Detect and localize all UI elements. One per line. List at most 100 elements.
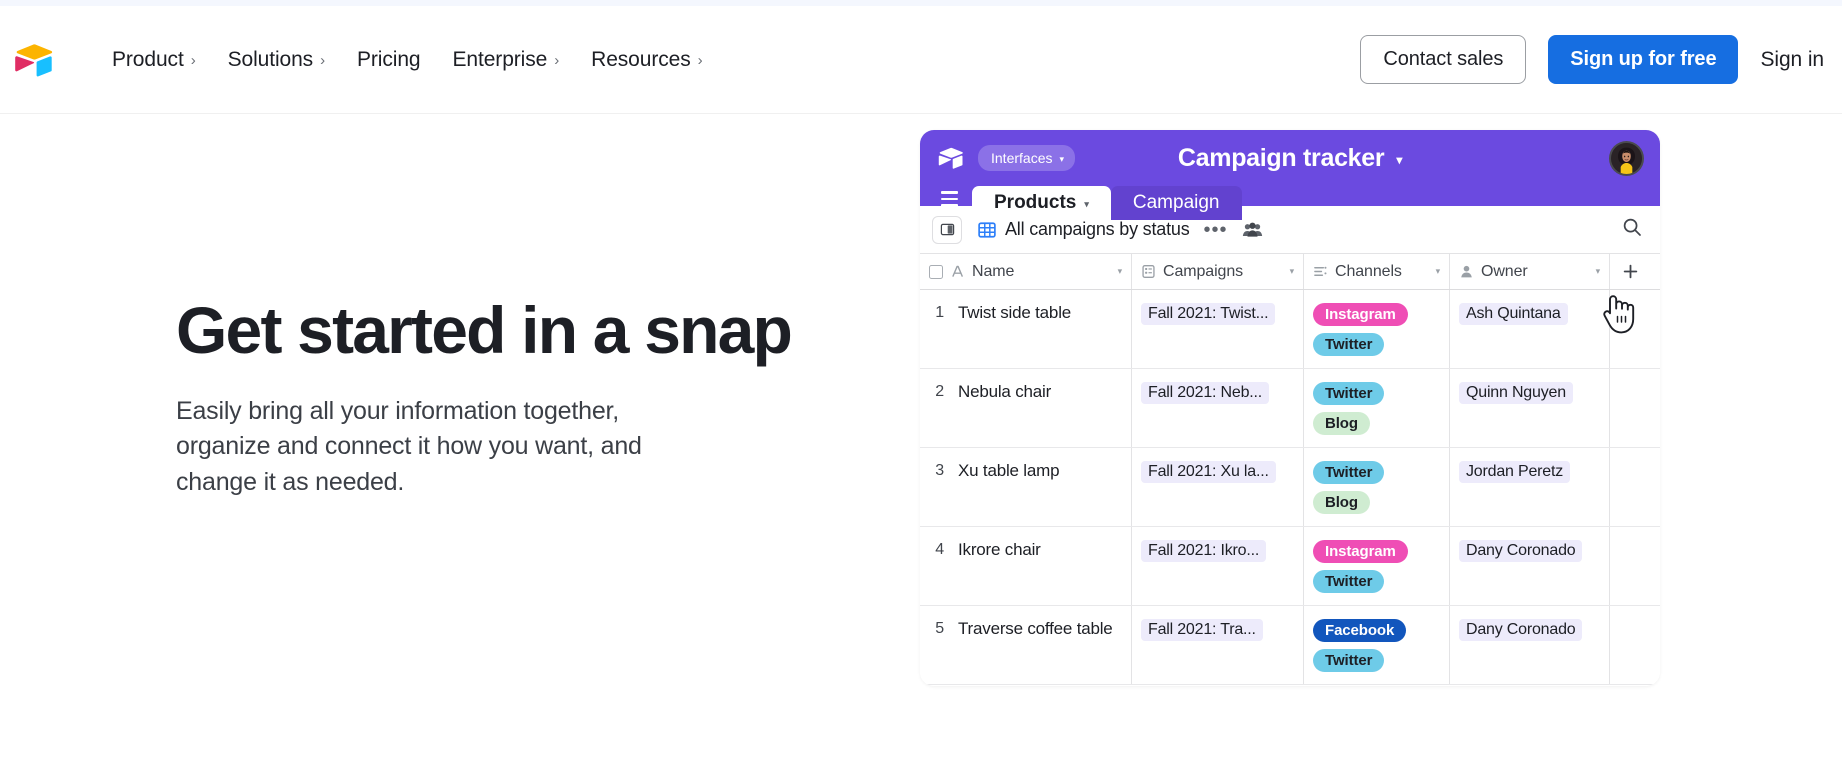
linked-record-chip[interactable]: Fall 2021: Twist... (1141, 303, 1276, 325)
channel-chip[interactable]: Twitter (1313, 649, 1385, 672)
channel-chip[interactable]: Twitter (1313, 570, 1385, 593)
column-header-label: Channels (1335, 262, 1402, 280)
cell-owner[interactable]: Ash Quintana (1450, 290, 1610, 368)
view-more-options-icon[interactable]: ••• (1200, 220, 1232, 240)
cell-name[interactable]: 5 Traverse coffee table (920, 606, 1132, 684)
cell-channels[interactable]: Instagram Twitter (1304, 290, 1450, 368)
row-number: 4 (935, 541, 944, 558)
channel-chip[interactable]: Blog (1313, 491, 1370, 514)
nav-item-label: Solutions (227, 47, 314, 71)
linked-record-chip[interactable]: Fall 2021: Ikro... (1141, 540, 1267, 562)
linked-record-chip[interactable]: Fall 2021: Xu la... (1141, 461, 1276, 483)
chevron-right-icon: › (554, 51, 560, 69)
chevron-right-icon: › (697, 51, 703, 69)
table-header-row: Name ▾ Campaigns ▾ Channels ▾ Owner ▾ (920, 254, 1660, 290)
cell-name[interactable]: 2 Nebula chair (920, 369, 1132, 447)
channel-chip-stack: Instagram Twitter (1313, 540, 1440, 593)
sign-in-link[interactable]: Sign in (1760, 48, 1824, 72)
cell-owner[interactable]: Jordan Peretz (1450, 448, 1610, 526)
interfaces-pill[interactable]: Interfaces ▾ (978, 145, 1076, 171)
cell-name[interactable]: 1 Twist side table (920, 290, 1132, 368)
chevron-down-icon[interactable]: ▾ (1118, 266, 1123, 277)
row-number: 3 (935, 462, 944, 479)
cell-owner[interactable]: Dany Coronado (1450, 606, 1610, 684)
cell-name[interactable]: 4 Ikrore chair (920, 527, 1132, 605)
row-name-text: Xu table lamp (958, 461, 1060, 480)
channel-chip-stack: Twitter Blog (1313, 461, 1440, 514)
chevron-down-icon[interactable]: ▾ (1290, 266, 1295, 277)
column-header-channels[interactable]: Channels ▾ (1304, 254, 1450, 289)
table-row[interactable]: 1 Twist side table Fall 2021: Twist... Inst… (920, 290, 1660, 369)
nav-item-product[interactable]: Product › (102, 40, 212, 80)
cell-name[interactable]: 3 Xu table lamp (920, 448, 1132, 526)
cell-campaigns[interactable]: Fall 2021: Ikro... (1132, 527, 1304, 605)
channel-chip-stack: Instagram Twitter (1313, 303, 1440, 356)
chevron-down-icon[interactable]: ▾ (1436, 266, 1441, 277)
cell-owner[interactable]: Dany Coronado (1450, 527, 1610, 605)
contact-sales-button[interactable]: Contact sales (1360, 35, 1527, 84)
chevron-down-icon: ▾ (1059, 153, 1065, 164)
row-name-text: Traverse coffee table (958, 619, 1113, 638)
column-header-campaigns[interactable]: Campaigns ▾ (1132, 254, 1304, 289)
nav-item-solutions[interactable]: Solutions › (212, 40, 341, 80)
owner-chip[interactable]: Quinn Nguyen (1459, 382, 1573, 404)
cell-channels[interactable]: Twitter Blog (1304, 369, 1450, 447)
tab-campaign[interactable]: Campaign (1110, 186, 1242, 220)
nav-item-pricing[interactable]: Pricing (341, 40, 437, 80)
collaborators-icon[interactable] (1242, 221, 1263, 238)
cell-campaigns[interactable]: Fall 2021: Twist... (1132, 290, 1304, 368)
chevron-down-icon[interactable]: ▾ (1396, 154, 1402, 166)
row-name-text: Twist side table (958, 303, 1072, 322)
owner-chip[interactable]: Dany Coronado (1459, 619, 1583, 641)
interfaces-pill-label: Interfaces (991, 150, 1053, 166)
linked-record-chip[interactable]: Fall 2021: Tra... (1141, 619, 1263, 641)
cell-owner[interactable]: Quinn Nguyen (1450, 369, 1610, 447)
chevron-down-icon[interactable]: ▾ (1596, 266, 1601, 277)
table-row[interactable]: 3 Xu table lamp Fall 2021: Xu la... Twitter… (920, 448, 1660, 527)
avatar[interactable] (1609, 141, 1644, 176)
channel-chip[interactable]: Twitter (1313, 461, 1385, 484)
table-row[interactable]: 2 Nebula chair Fall 2021: Neb... Twitter Blo… (920, 369, 1660, 448)
cell-channels[interactable]: Facebook Twitter (1304, 606, 1450, 684)
channel-chip[interactable]: Facebook (1313, 619, 1407, 642)
owner-chip[interactable]: Jordan Peretz (1459, 461, 1571, 483)
multi-select-icon (1313, 264, 1328, 279)
cell-campaigns[interactable]: Fall 2021: Neb... (1132, 369, 1304, 447)
tab-label: Products (994, 192, 1077, 213)
select-all-checkbox[interactable] (929, 264, 943, 279)
linked-record-chip[interactable]: Fall 2021: Neb... (1141, 382, 1269, 404)
tab-products[interactable]: Products ▾ (972, 186, 1111, 220)
nav-links: Product › Solutions › Pricing Enterprise… (102, 40, 719, 80)
nav-item-resources[interactable]: Resources › (575, 40, 718, 80)
current-view-selector[interactable]: All campaigns by status (978, 219, 1190, 240)
column-header-name[interactable]: Name ▾ (920, 254, 1132, 289)
channel-chip[interactable]: Blog (1313, 412, 1370, 435)
app-header-top-row: Interfaces ▾ Campaign tracker ▾ (920, 130, 1660, 186)
channel-chip[interactable]: Instagram (1313, 540, 1408, 563)
add-column-button[interactable] (1610, 254, 1660, 289)
data-grid-columns: Name ▾ Campaigns ▾ Channels ▾ Owner ▾ 1 … (920, 254, 1660, 686)
row-number: 5 (935, 620, 944, 637)
cell-campaigns[interactable]: Fall 2021: Tra... (1132, 606, 1304, 684)
app-tabs: Products ▾ Campaign (920, 186, 1660, 220)
table-body: 1 Twist side table Fall 2021: Twist... Inst… (920, 290, 1660, 685)
owner-chip[interactable]: Ash Quintana (1459, 303, 1568, 325)
table-row[interactable]: 4 Ikrore chair Fall 2021: Ikro... Instagram… (920, 527, 1660, 606)
grid-view-icon (978, 221, 996, 239)
sign-up-button[interactable]: Sign up for free (1548, 35, 1739, 84)
airtable-logo-icon[interactable] (14, 40, 54, 80)
channel-chip[interactable]: Twitter (1313, 333, 1385, 356)
hamburger-menu-icon[interactable] (932, 186, 966, 220)
search-icon[interactable] (1622, 217, 1646, 242)
cell-campaigns[interactable]: Fall 2021: Xu la... (1132, 448, 1304, 526)
owner-chip[interactable]: Dany Coronado (1459, 540, 1583, 562)
cell-channels[interactable]: Twitter Blog (1304, 448, 1450, 526)
chevron-right-icon: › (190, 51, 196, 69)
table-row[interactable]: 5 Traverse coffee table Fall 2021: Tra... F… (920, 606, 1660, 685)
channel-chip[interactable]: Twitter (1313, 382, 1385, 405)
nav-item-enterprise[interactable]: Enterprise › (437, 40, 576, 80)
cell-channels[interactable]: Instagram Twitter (1304, 527, 1450, 605)
channel-chip[interactable]: Instagram (1313, 303, 1408, 326)
column-header-owner[interactable]: Owner ▾ (1450, 254, 1610, 289)
tab-label: Campaign (1132, 192, 1220, 213)
